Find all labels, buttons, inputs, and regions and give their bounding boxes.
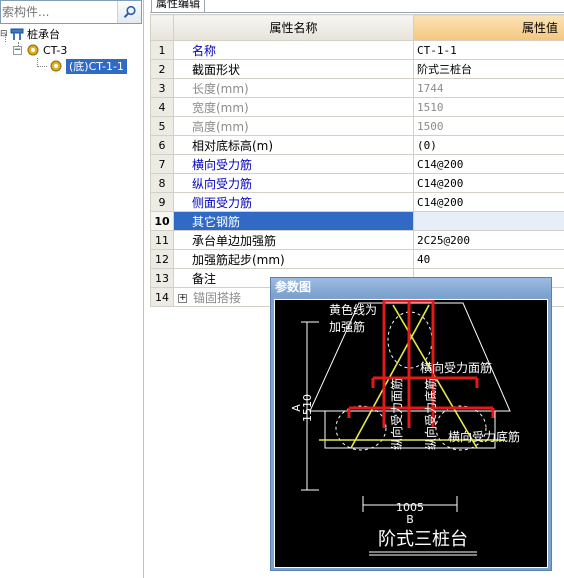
row-number: 14 (150, 287, 174, 307)
tree-node-label: 桩承台 (27, 28, 60, 41)
property-value-cell[interactable]: C14@200 (413, 173, 564, 193)
search-box (0, 0, 142, 24)
property-name-cell[interactable]: 长度(mm) (173, 78, 414, 98)
property-value-cell[interactable]: CT-1-1 (413, 40, 564, 60)
property-name-cell[interactable]: 截面形状 (173, 59, 414, 79)
property-row[interactable]: 8 纵向受力筋 C14@200 (150, 173, 564, 193)
row-number: 4 (150, 97, 174, 117)
row-number: 10 (150, 211, 174, 231)
property-row[interactable]: 7 横向受力筋 C14@200 (150, 154, 564, 174)
tree-node-pile-cap[interactable]: ⊟ 桩承台 (0, 26, 60, 42)
property-name-cell[interactable]: 侧面受力筋 (173, 192, 414, 212)
label-transverse-bottom: 横向受力底筋 (448, 429, 520, 444)
property-row[interactable]: 2 截面形状 阶式三桩台 (150, 59, 564, 79)
property-name-cell[interactable]: 名称 (173, 40, 414, 60)
property-name-cell[interactable]: 其它钢筋 (173, 211, 414, 231)
property-value-cell[interactable]: 40 (413, 249, 564, 269)
row-number: 12 (150, 249, 174, 269)
property-grid: 属性名称 属性值 1 名称 CT-1-1 2 截面形状 阶式三桩台 3 长度(mm) 1744 4… (150, 14, 564, 307)
property-value-cell[interactable]: 阶式三桩台 (413, 59, 564, 79)
diagram-caption: 阶式三桩台 (378, 529, 468, 550)
pile-cap-icon (10, 28, 24, 40)
property-row[interactable]: 3 长度(mm) 1744 (150, 78, 564, 98)
label-long-bottom: 纵向受力底筋 (423, 378, 438, 450)
gear-icon (27, 44, 39, 56)
tab-property-edit[interactable]: 属性编辑 (151, 0, 205, 12)
row-number: 9 (150, 192, 174, 212)
parameter-diagram-canvas: A 1510 1005 B 黄色线为 加强筋 横向受力面筋 横向受力底筋 纵向受… (274, 299, 548, 568)
row-number: 8 (150, 173, 174, 193)
note-line-2: 加强筋 (329, 319, 365, 334)
property-name-cell[interactable]: 相对底标高(m) (173, 135, 414, 155)
header-corner (150, 14, 174, 41)
gear-icon (50, 60, 62, 72)
tree-node-label-selected: (底)CT-1-1 (66, 58, 127, 74)
collapse-toggle-icon[interactable]: − (13, 45, 22, 55)
tree-node-ct3[interactable]: − CT-3 (13, 42, 67, 58)
row-number: 7 (150, 154, 174, 174)
tab-strip: 属性编辑 (150, 0, 564, 13)
tree-node-label: CT-3 (43, 43, 68, 57)
search-input[interactable] (1, 1, 117, 23)
property-value-cell[interactable]: C14@200 (413, 154, 564, 174)
property-value-cell[interactable]: (0) (413, 135, 564, 155)
header-property-value[interactable]: 属性值 (413, 14, 564, 41)
row-number: 1 (150, 40, 174, 60)
property-value-cell[interactable]: 2C25@200 (413, 230, 564, 250)
row-number: 11 (150, 230, 174, 250)
property-row[interactable]: 9 侧面受力筋 C14@200 (150, 192, 564, 212)
collapse-icon[interactable]: ⊟ (0, 29, 10, 39)
expand-icon[interactable]: + (178, 293, 187, 303)
property-row[interactable]: 1 名称 CT-1-1 (150, 40, 564, 60)
label-transverse-top: 横向受力面筋 (420, 360, 492, 375)
property-value-cell[interactable] (413, 211, 564, 231)
row-number: 3 (150, 78, 174, 98)
search-button[interactable] (117, 1, 141, 23)
property-value-cell[interactable]: C14@200 (413, 192, 564, 212)
property-name-cell[interactable]: 纵向受力筋 (173, 173, 414, 193)
component-tree-pane: ⊟ 桩承台 − CT-3 (底)CT-1-1 (0, 0, 144, 578)
row-number: 13 (150, 268, 174, 288)
property-value-cell[interactable]: 1510 (413, 97, 564, 117)
property-row[interactable]: 12 加强筋起步(mm) 40 (150, 249, 564, 269)
row-number: 5 (150, 116, 174, 136)
header-property-name[interactable]: 属性名称 (173, 14, 414, 41)
property-row[interactable]: 10 其它钢筋 (150, 211, 564, 231)
parameter-diagram-title[interactable]: 参数图 (271, 278, 551, 297)
property-name-label: 锚固搭接 (193, 290, 242, 305)
property-row[interactable]: 5 高度(mm) 1500 (150, 116, 564, 136)
label-long-top: 纵向受力面筋 (389, 378, 404, 450)
tree-node-ct1-1[interactable]: (底)CT-1-1 (49, 58, 127, 74)
three-pile-cap-diagram: A 1510 1005 B 黄色线为 加强筋 横向受力面筋 横向受力底筋 纵向受… (290, 299, 520, 556)
property-row[interactable]: 4 宽度(mm) 1510 (150, 97, 564, 117)
dim-a-value: 1510 (301, 394, 314, 422)
search-icon (123, 5, 136, 18)
property-name-cell[interactable]: 承台单边加强筋 (173, 230, 414, 250)
property-row[interactable]: 6 相对底标高(m) (0) (150, 135, 564, 155)
dim-b-letter: B (406, 513, 414, 526)
property-name-cell[interactable]: 加强筋起步(mm) (173, 249, 414, 269)
parameter-diagram-window: 参数图 A 1510 1005 B 黄色线为 加强筋 横向受力面筋 横向受力底筋… (270, 277, 552, 571)
property-name-cell[interactable]: 高度(mm) (173, 116, 414, 136)
property-value-cell[interactable]: 1744 (413, 78, 564, 98)
property-row[interactable]: 11 承台单边加强筋 2C25@200 (150, 230, 564, 250)
property-name-cell[interactable]: 横向受力筋 (173, 154, 414, 174)
property-name-cell[interactable]: 宽度(mm) (173, 97, 414, 117)
row-number: 2 (150, 59, 174, 79)
note-line-1: 黄色线为 (329, 303, 377, 317)
property-value-cell[interactable]: 1500 (413, 116, 564, 136)
row-number: 6 (150, 135, 174, 155)
